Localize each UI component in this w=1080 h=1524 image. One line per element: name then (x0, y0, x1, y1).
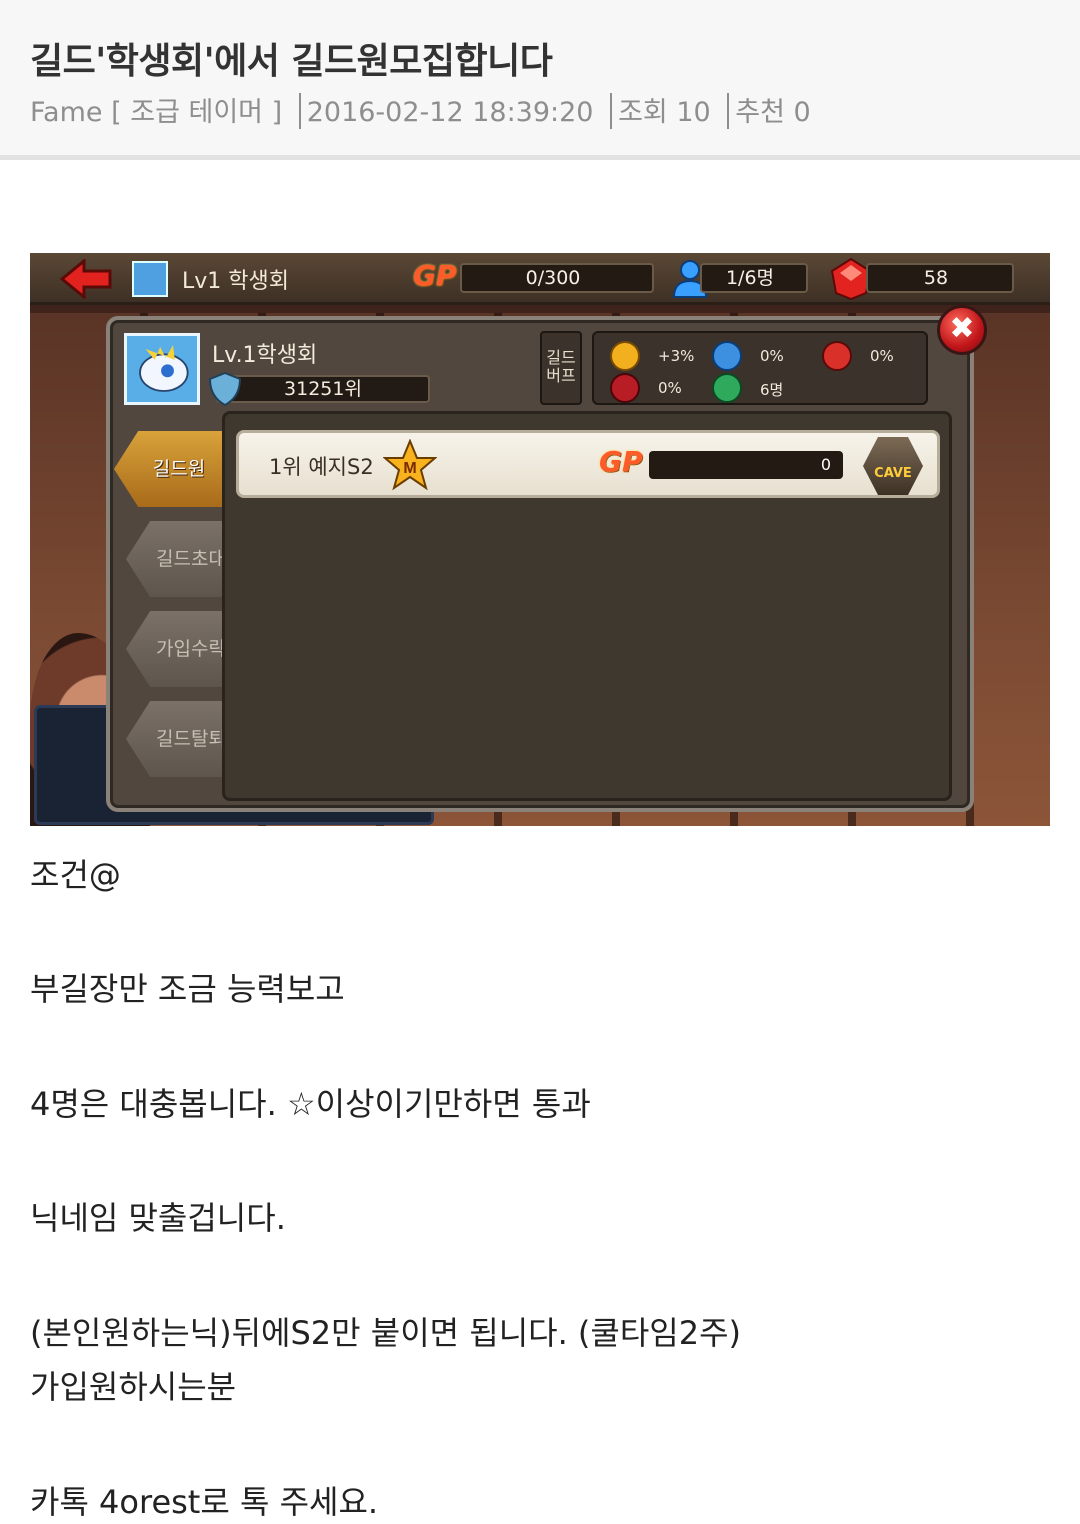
body-line: 가입원하시는분 (30, 1368, 237, 1406)
meta-divider (610, 93, 613, 129)
member-rank-name: 1위 예지S2 (269, 455, 374, 479)
guild-emblem-icon (124, 333, 200, 405)
member-plus-icon (712, 373, 742, 403)
post-title: 길드'학생회'에서 길드원모집합니다 (30, 41, 553, 82)
shield-icon (208, 371, 242, 407)
guild-buff-list: +3% 0% 0% 0% 6명 (592, 331, 928, 405)
post-header: 길드'학생회'에서 길드원모집합니다 Fame [ 조급 테이머 ] 2016-… (0, 0, 1080, 160)
recommend-count: 추천 0 (735, 97, 811, 128)
body-line: 부길장만 조금 능력보고 (30, 970, 345, 1008)
guild-buff-label: 길드 버프 (546, 348, 576, 385)
game-top-bar: Lv1 학생회 GP 0/300 1/6명 58 (30, 253, 1050, 305)
member-gp-bar: 0 (649, 451, 843, 479)
cave-button[interactable]: CAVE (863, 437, 923, 495)
guild-rank: 31251위 (216, 375, 430, 403)
post-date: 2016-02-12 18:39:20 (306, 97, 594, 128)
post-meta: Fame [ 조급 테이머 ] 2016-02-12 18:39:20 조회 1… (30, 90, 811, 129)
red-gem-icon (822, 341, 852, 371)
view-count: 조회 10 (618, 97, 711, 128)
body-line: 4명은 대충봅니다. ☆이상이기만하면 통과 (30, 1085, 591, 1123)
exp-icon (712, 341, 742, 371)
author-rank: [ 조급 테이머 ] (111, 97, 283, 128)
close-button[interactable]: ✖ (937, 305, 987, 355)
body-line: (본인원하는닉)뒤에S2만 붙이면 됩니다. (쿨타임2주) (30, 1314, 742, 1352)
guild-title: Lv1 학생회 (182, 269, 289, 294)
guild-buff-tab[interactable]: 길드 버프 (540, 331, 582, 405)
meta-divider (727, 93, 730, 129)
blood-drop-icon (610, 373, 640, 403)
game-screenshot: Lv1 학생회 GP 0/300 1/6명 58 ✖ Lv.1학생회 31251… (30, 253, 1050, 826)
gem-count: 58 (866, 263, 1014, 293)
body-line: 닉네임 맞출겁니다. (30, 1199, 286, 1237)
back-arrow-icon[interactable] (60, 259, 112, 299)
gold-coin-icon (610, 341, 640, 371)
author-name[interactable]: Fame (30, 97, 103, 128)
gp-icon: GP (599, 445, 643, 478)
svg-text:M: M (403, 460, 416, 477)
body-line: 조건@ (30, 856, 121, 894)
dragon-emblem-icon (139, 345, 189, 392)
gp-progress: 0/300 (460, 263, 654, 293)
master-star-icon: M (383, 439, 437, 491)
member-count: 1/6명 (700, 263, 808, 293)
guild-name: Lv.1학생회 (212, 343, 318, 368)
guild-emblem-icon (132, 261, 168, 297)
member-row[interactable]: 1위 예지S2 M GP 0 CAVE (236, 430, 940, 498)
gp-icon: GP (413, 259, 457, 292)
body-line: 카톡 4orest로 톡 주세요. (30, 1483, 379, 1521)
meta-divider (298, 93, 301, 129)
